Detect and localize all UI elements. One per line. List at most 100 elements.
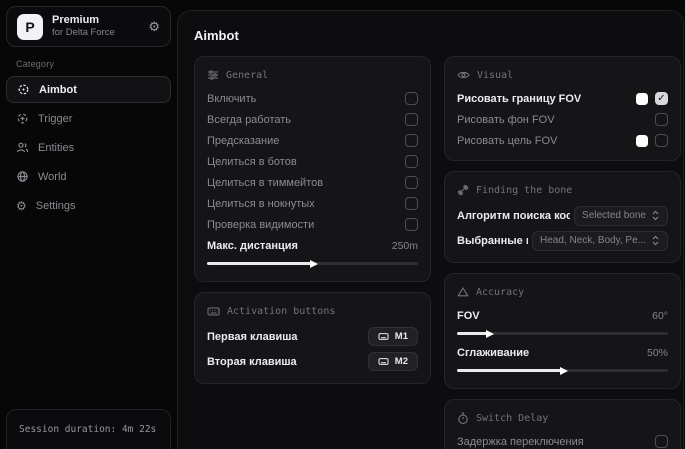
slider-thumb[interactable] bbox=[310, 260, 318, 268]
setting-row: Вторая клавиша M2 bbox=[207, 349, 418, 374]
brand-title: Premium bbox=[52, 14, 139, 28]
check-icon: ✓ bbox=[657, 94, 665, 104]
sidebar-item-label: Trigger bbox=[38, 113, 72, 125]
max-distance-slider[interactable] bbox=[207, 262, 418, 265]
sidebar-item-aimbot[interactable]: Aimbot bbox=[6, 76, 171, 103]
trigger-icon bbox=[16, 112, 29, 125]
panel-activation-buttons: Activation buttons Первая клавиша M1 bbox=[194, 292, 431, 384]
checkbox[interactable] bbox=[655, 134, 668, 147]
panel-title: Finding the bone bbox=[476, 185, 572, 196]
setting-row: Целиться в ботов bbox=[207, 151, 418, 172]
keyboard-icon bbox=[378, 332, 389, 341]
panel-title: Visual bbox=[477, 70, 513, 81]
slider-thumb[interactable] bbox=[560, 367, 568, 375]
sidebar-item-label: Aimbot bbox=[39, 84, 77, 96]
sidebar-item-settings[interactable]: ⚙ Settings bbox=[6, 192, 171, 219]
brand-logo: P bbox=[17, 14, 43, 40]
sidebar-item-trigger[interactable]: Trigger bbox=[6, 105, 171, 132]
entities-icon bbox=[16, 141, 29, 154]
app-window: P Premium for Delta Force ⚙ Category Aim… bbox=[0, 0, 685, 449]
sidebar-item-entities[interactable]: Entities bbox=[6, 134, 171, 161]
world-icon bbox=[16, 170, 29, 183]
triangle-icon bbox=[457, 286, 469, 298]
setting-row: Включить bbox=[207, 88, 418, 109]
sidebar-item-label: Settings bbox=[36, 200, 76, 212]
setting-label: Рисовать фон FOV bbox=[457, 114, 555, 126]
setting-row: Сглаживание 50% bbox=[457, 342, 668, 363]
panel-title: General bbox=[226, 70, 268, 81]
panel-title: Switch Delay bbox=[476, 413, 548, 424]
setting-label: Включить bbox=[207, 93, 256, 105]
unfold-icon bbox=[651, 210, 660, 221]
checkbox[interactable] bbox=[405, 218, 418, 231]
slider-thumb[interactable] bbox=[486, 330, 494, 338]
setting-row: Проверка видимости bbox=[207, 214, 418, 235]
setting-row: Задержка переключения bbox=[457, 431, 668, 449]
setting-label: Предсказание bbox=[207, 135, 279, 147]
checkbox[interactable] bbox=[405, 134, 418, 147]
setting-label: Целиться в ботов bbox=[207, 156, 297, 168]
checkbox[interactable]: ✓ bbox=[655, 92, 668, 105]
setting-label: Вторая клавиша bbox=[207, 356, 297, 368]
brand-subtitle: for Delta Force bbox=[52, 27, 139, 39]
color-swatch[interactable] bbox=[636, 93, 648, 105]
setting-row: Первая клавиша M1 bbox=[207, 324, 418, 349]
setting-row: FOV 60° bbox=[457, 305, 668, 326]
setting-row: Всегда работать bbox=[207, 109, 418, 130]
keybind-button[interactable]: M1 bbox=[368, 327, 418, 346]
setting-label: Макс. дистанция bbox=[207, 240, 298, 252]
setting-row: Целиться в нокнутых bbox=[207, 193, 418, 214]
setting-row: Рисовать фон FOV bbox=[457, 109, 668, 130]
sidebar-item-label: World bbox=[38, 171, 67, 183]
right-column: Visual Рисовать границу FOV ✓ Рисовать ф… bbox=[444, 56, 681, 449]
sliders-icon bbox=[207, 69, 219, 81]
setting-label: Алгоритм поиска кост bbox=[457, 210, 570, 222]
setting-label: Проверка видимости bbox=[207, 219, 314, 231]
setting-label: Рисовать границу FOV bbox=[457, 93, 581, 105]
color-swatch[interactable] bbox=[636, 135, 648, 147]
left-column: General Включить Всегда работать Предска… bbox=[194, 56, 431, 449]
select-value: Selected bone bbox=[582, 210, 646, 221]
checkbox[interactable] bbox=[405, 176, 418, 189]
unfold-icon bbox=[651, 235, 660, 246]
selected-bones-select[interactable]: Head, Neck, Body, Pe... bbox=[532, 231, 668, 251]
main-panel: Aimbot General Включить bbox=[177, 10, 684, 449]
checkbox[interactable] bbox=[655, 113, 668, 126]
sidebar-item-label: Entities bbox=[38, 142, 74, 154]
fov-slider[interactable] bbox=[457, 332, 668, 335]
setting-row: Алгоритм поиска кост Selected bone bbox=[457, 203, 668, 228]
panel-visual: Visual Рисовать границу FOV ✓ Рисовать ф… bbox=[444, 56, 681, 161]
setting-label: Всегда работать bbox=[207, 114, 291, 126]
checkbox[interactable] bbox=[405, 113, 418, 126]
setting-label: Первая клавиша bbox=[207, 331, 298, 343]
keyboard-icon bbox=[378, 357, 389, 366]
bone-icon bbox=[457, 184, 469, 196]
gear-icon[interactable]: ⚙ bbox=[148, 19, 160, 35]
bone-algorithm-select[interactable]: Selected bone bbox=[574, 206, 668, 226]
sidebar: P Premium for Delta Force ⚙ Category Aim… bbox=[0, 0, 177, 449]
setting-label: FOV bbox=[457, 310, 480, 322]
setting-row: Целиться в тиммейтов bbox=[207, 172, 418, 193]
eye-icon bbox=[457, 69, 470, 81]
setting-row: Рисовать цель FOV bbox=[457, 130, 668, 151]
slider-value: 60° bbox=[652, 310, 668, 322]
checkbox[interactable] bbox=[655, 435, 668, 448]
keyboard-icon bbox=[207, 306, 220, 317]
keybind-button[interactable]: M2 bbox=[368, 352, 418, 371]
keybind-value: M2 bbox=[395, 356, 408, 367]
crosshair-icon bbox=[17, 83, 30, 96]
timer-icon bbox=[457, 412, 469, 425]
smoothing-slider[interactable] bbox=[457, 369, 668, 372]
page-title: Aimbot bbox=[194, 28, 683, 43]
slider-value: 50% bbox=[647, 347, 668, 359]
gear-icon: ⚙ bbox=[16, 200, 27, 212]
setting-label: Выбранные кос bbox=[457, 235, 528, 247]
checkbox[interactable] bbox=[405, 155, 418, 168]
sidebar-item-world[interactable]: World bbox=[6, 163, 171, 190]
checkbox[interactable] bbox=[405, 197, 418, 210]
keybind-value: M1 bbox=[395, 331, 408, 342]
panel-general: General Включить Всегда работать Предска… bbox=[194, 56, 431, 282]
checkbox[interactable] bbox=[405, 92, 418, 105]
setting-row: Макс. дистанция 250m bbox=[207, 235, 418, 256]
panel-accuracy: Accuracy FOV 60° Сглаживание 50% bbox=[444, 273, 681, 389]
